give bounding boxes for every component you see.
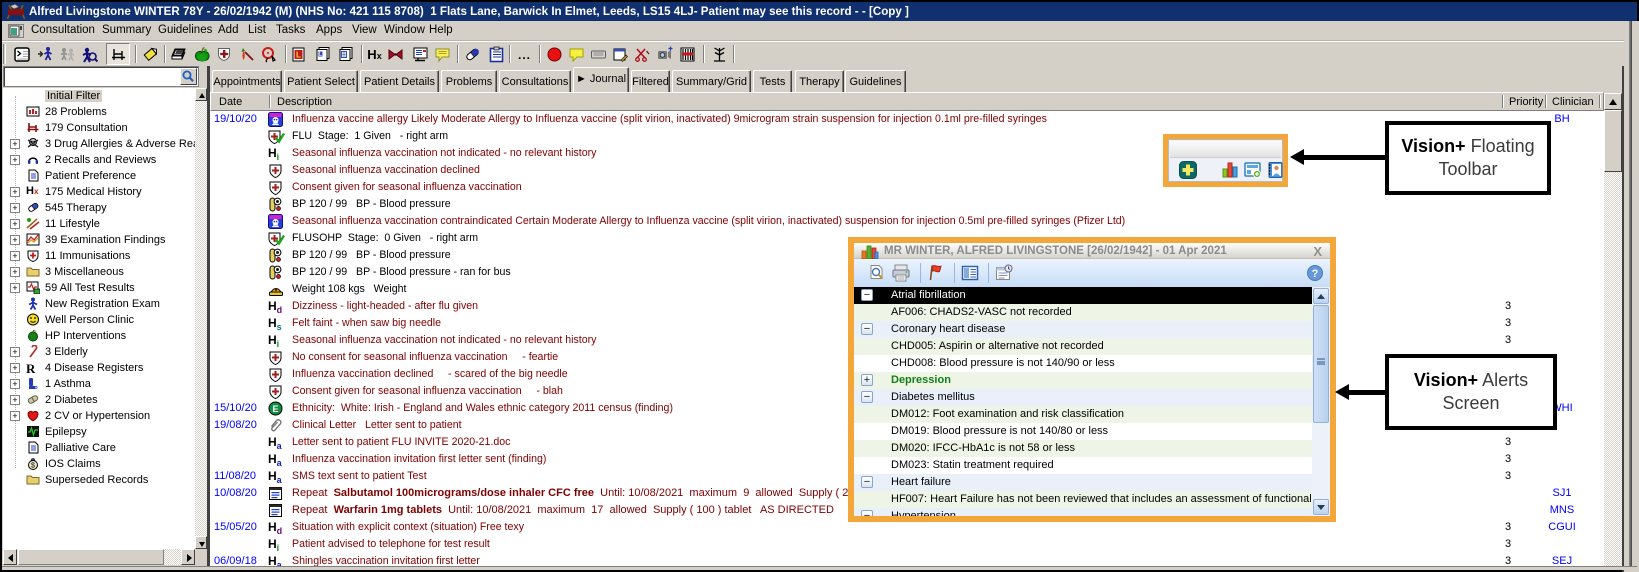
svg-text:$: $	[31, 463, 35, 470]
svg-text:?: ?	[1312, 268, 1319, 280]
svg-text:E: E	[272, 404, 278, 414]
svg-text:L: L	[296, 51, 301, 60]
